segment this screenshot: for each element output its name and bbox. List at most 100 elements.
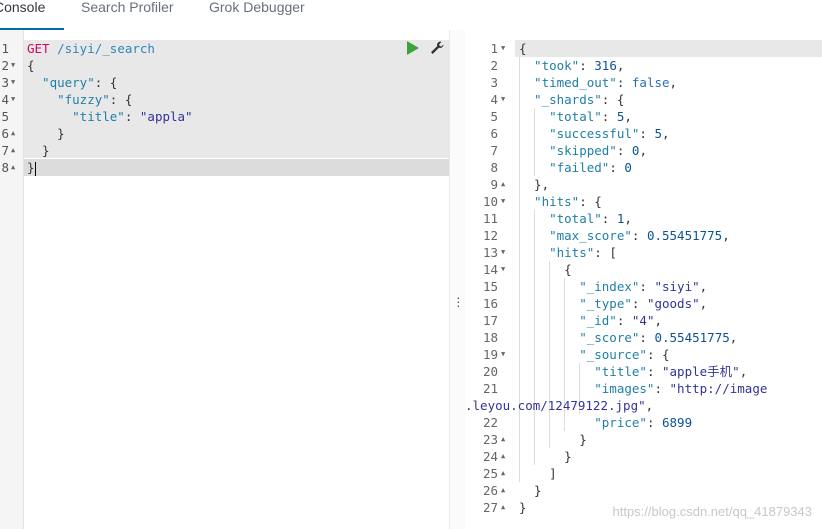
code-token: { (519, 41, 527, 56)
line-number: 5 (490, 109, 498, 124)
fold-collapse-icon[interactable]: ▼ (501, 244, 505, 261)
request-code-line: 1 GET /siyi/_search (0, 40, 449, 57)
response-code-line: 9 ▲ }, (465, 176, 822, 193)
line-number: 1 (490, 41, 498, 56)
line-number: 7 (490, 143, 498, 158)
code-token: , (645, 398, 654, 413)
fold-collapse-icon[interactable]: ▼ (501, 40, 505, 57)
fold-expand-icon[interactable]: ▲ (501, 431, 505, 448)
line-number: 8 (490, 160, 498, 175)
code-token: ] (519, 466, 557, 481)
request-editor[interactable]: 1 GET /siyi/_search 2 ▼{3 ▼ "query": {4 ▼ "fu… (0, 30, 449, 529)
line-number: 17 (482, 313, 498, 328)
code-text: GET /siyi/_search (27, 40, 155, 57)
line-number: 4 (490, 92, 498, 107)
line-number: 18 (482, 330, 498, 345)
request-actions (407, 40, 445, 56)
fold-collapse-icon[interactable]: ▼ (11, 91, 15, 108)
code-token: } (519, 500, 527, 515)
code-text: "_type": "goods", (519, 295, 707, 312)
code-text: }, (519, 176, 549, 193)
response-code-line: 6 "successful": 5, (465, 125, 822, 142)
response-code-line: 11 "total": 1, (465, 210, 822, 227)
code-text: { (27, 57, 35, 74)
line-number: 15 (482, 279, 498, 294)
line-number: 25 (482, 466, 498, 481)
code-token: : (124, 109, 140, 124)
line-number: 6 (1, 126, 9, 141)
code-text: .leyou.com/12479122.jpg", (465, 397, 653, 414)
code-token: 316 (594, 58, 617, 73)
code-token: 0.55451775 (646, 228, 723, 243)
code-token: : (639, 126, 655, 141)
response-code-line: 4 ▼ "_shards": { (465, 91, 822, 108)
code-token: "total" (519, 211, 602, 226)
response-code-line: 8 "failed": 0 (465, 159, 822, 176)
fold-collapse-icon[interactable]: ▼ (501, 261, 505, 278)
fold-expand-icon[interactable]: ▲ (501, 465, 505, 482)
code-token: "took" (519, 58, 580, 73)
fold-expand-icon[interactable]: ▲ (501, 176, 505, 193)
response-code-line: 14 ▼ { (465, 261, 822, 278)
response-code-line: 20 "title": "apple手机", (465, 363, 822, 380)
line-number: 2 (490, 58, 498, 73)
fold-expand-icon[interactable]: ▲ (501, 448, 505, 465)
code-token: "hits" (519, 245, 595, 260)
code-text: "_index": "siyi", (519, 278, 707, 295)
code-token: GET (27, 41, 58, 56)
response-code-line: 7 "skipped": 0, (465, 142, 822, 159)
fold-collapse-icon[interactable]: ▼ (11, 57, 15, 74)
code-text: "_shards": { (519, 91, 624, 108)
top-tabs: Console Search Profiler Grok Debugger (0, 0, 822, 31)
code-token: : (601, 211, 617, 226)
code-text: "fuzzy": { (27, 91, 132, 108)
tab-search-profiler[interactable]: Search Profiler (81, 0, 174, 17)
code-token: "_type" (519, 296, 632, 311)
code-token: : { (579, 194, 602, 209)
code-text: "images": "http://image (519, 380, 767, 397)
code-token: "title" (519, 364, 647, 379)
fold-collapse-icon[interactable]: ▼ (501, 346, 505, 363)
fold-collapse-icon[interactable]: ▼ (501, 193, 505, 210)
code-token: : (646, 364, 662, 379)
response-viewer[interactable]: 1 ▼{2 "took": 316, 3 "timed_out": false, 4 ▼… (465, 30, 822, 529)
line-number: 9 (490, 177, 498, 192)
fold-collapse-icon[interactable]: ▼ (501, 91, 505, 108)
code-token: : { (601, 92, 625, 107)
line-number: 22 (482, 415, 498, 430)
code-text: "skipped": 0, (519, 142, 647, 159)
code-text: } (519, 499, 527, 516)
fold-expand-icon[interactable]: ▲ (11, 159, 15, 176)
code-token: : (616, 313, 632, 328)
code-token: : (639, 330, 655, 345)
fold-expand-icon[interactable]: ▲ (11, 125, 15, 142)
tab-console[interactable]: Console (0, 0, 45, 17)
response-code-line: 25 ▲ ] (465, 465, 822, 482)
code-text: } (27, 159, 36, 176)
fold-expand-icon[interactable]: ▲ (501, 482, 505, 499)
response-code-line: 13 ▼ "hits": [ (465, 244, 822, 261)
fold-collapse-icon[interactable]: ▼ (11, 74, 15, 91)
line-number: 4 (1, 92, 9, 107)
fold-expand-icon[interactable]: ▲ (11, 142, 15, 159)
line-number: 3 (490, 75, 498, 90)
response-code-line: 5 "total": 5, (465, 108, 822, 125)
code-token: "images" (519, 381, 655, 396)
line-number: 13 (482, 245, 498, 260)
code-text: "max_score": 0.55451775, (519, 227, 730, 244)
wrench-icon[interactable] (429, 40, 445, 56)
code-token: , (699, 296, 708, 311)
line-number: 10 (482, 194, 498, 209)
text-cursor (34, 161, 36, 176)
code-token: /siyi/_search (57, 41, 155, 56)
code-token: "price" (519, 415, 647, 430)
code-token: , (699, 279, 708, 294)
line-number: 5 (1, 109, 9, 124)
tab-grok-debugger[interactable]: Grok Debugger (209, 0, 305, 17)
code-text: "_id": "4", (519, 312, 662, 329)
code-text: { (519, 40, 527, 57)
code-token: , (729, 330, 738, 345)
code-token: "successful" (519, 126, 640, 141)
fold-expand-icon[interactable]: ▲ (501, 499, 505, 516)
play-icon[interactable] (407, 41, 419, 55)
